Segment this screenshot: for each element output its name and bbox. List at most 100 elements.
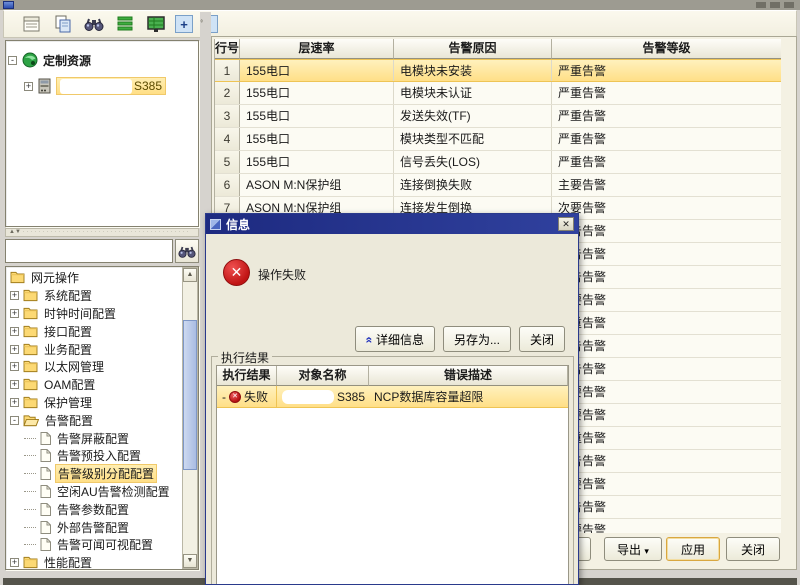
level-cell: 主要告警 xyxy=(552,174,781,196)
alarm-row[interactable]: 3155电口发送失效(TF)严重告警 xyxy=(215,105,781,128)
error-icon: ✕ xyxy=(223,259,250,286)
result-table-header: 执行结果 对象名称 错误描述 xyxy=(217,366,568,386)
find-tool-button[interactable] xyxy=(82,12,106,36)
tree-branch-line xyxy=(24,527,36,528)
col-header-result[interactable]: 执行结果 xyxy=(217,366,277,386)
expander-icon[interactable]: + xyxy=(10,398,19,407)
operation-tree: 网元操作+系统配置+时钟时间配置+接口配置+业务配置+以太网管理+OAM配置+保… xyxy=(6,269,181,569)
list-tool-button[interactable] xyxy=(113,12,137,36)
scroll-down-icon[interactable]: ▼ xyxy=(183,554,197,568)
col-header-error[interactable]: 错误描述 xyxy=(369,366,568,386)
row-number: 5 xyxy=(215,151,240,173)
operation-tree-scrollbar[interactable]: ▲ ▼ xyxy=(182,267,198,569)
rate-cell: 155电口 xyxy=(240,105,394,127)
tree-item[interactable]: +OAM配置 xyxy=(6,376,181,394)
folder-icon xyxy=(23,378,38,391)
folder-icon xyxy=(10,271,25,284)
alarm-row[interactable]: 1155电口电模块未安装严重告警 xyxy=(215,59,781,82)
tree-branch-line xyxy=(24,544,36,545)
tree-item[interactable]: + 系统配置 xyxy=(6,287,181,305)
toolbar: + - xyxy=(3,10,797,38)
scroll-up-icon[interactable]: ▲ xyxy=(183,268,197,282)
tree-splitter[interactable]: ▲▼ ·····································… xyxy=(5,228,199,237)
network-element-icon xyxy=(38,78,51,94)
selected-node[interactable]: S385 xyxy=(56,77,166,95)
tree-item[interactable]: +接口配置 xyxy=(6,322,181,340)
tree-item-label: 系统配置 xyxy=(42,287,94,304)
expander-icon[interactable]: + xyxy=(10,327,19,336)
search-input[interactable] xyxy=(5,239,173,263)
dialog-titlebar[interactable]: 信息 ✕ xyxy=(206,214,578,234)
tree-item[interactable]: + 以太网管理 xyxy=(6,358,181,376)
export-button[interactable]: 导出 ▾ xyxy=(604,537,662,561)
expander-icon[interactable]: + xyxy=(10,558,19,567)
close-button[interactable]: 关闭 xyxy=(726,537,780,561)
apply-button[interactable]: 应用 xyxy=(666,537,720,561)
execution-result-table: 执行结果 对象名称 错误描述 - ✕ 失败 S385 NCP数据库容量超限 xyxy=(216,365,569,584)
tree-item[interactable]: +保护管理 xyxy=(6,394,181,412)
details-button[interactable]: «详细信息 xyxy=(355,326,435,352)
alarm-row[interactable]: 2155电口电模块未认证严重告警 xyxy=(215,82,781,105)
tree-item[interactable]: + 业务配置 xyxy=(6,340,181,358)
dialog-close-icon[interactable]: ✕ xyxy=(558,217,574,231)
col-header-row-no[interactable]: 行号 xyxy=(215,39,240,59)
row-number: 1 xyxy=(215,60,240,81)
failure-icon: ✕ xyxy=(229,391,241,403)
binoculars-icon xyxy=(178,244,196,259)
dialog-icon xyxy=(210,219,221,230)
expander-icon[interactable]: + xyxy=(10,345,19,354)
col-header-reason[interactable]: 告警原因 xyxy=(394,39,552,59)
expander-icon[interactable]: + xyxy=(10,380,19,389)
tree-item[interactable]: 外部告警配置 xyxy=(6,518,181,536)
expander-icon[interactable]: + xyxy=(10,291,19,300)
alarm-row[interactable]: 6ASON M:N保护组连接倒换失败主要告警 xyxy=(215,174,781,197)
board-tool-button[interactable] xyxy=(20,12,44,36)
tree-item[interactable]: 告警预投入配置 xyxy=(6,447,181,465)
tree-item[interactable]: +性能配置 xyxy=(6,554,181,569)
tree-item-label: 告警预投入配置 xyxy=(55,447,143,464)
error-message: 操作失败 xyxy=(258,266,306,283)
resource-tree-node[interactable]: + S385 xyxy=(8,73,196,99)
window-controls[interactable] xyxy=(756,2,796,8)
tree-branch-line xyxy=(24,438,36,439)
dialog-close-button[interactable]: 关闭 xyxy=(519,326,565,352)
window-titlebar xyxy=(0,0,800,10)
tree-item-label: 业务配置 xyxy=(42,341,94,358)
search-button[interactable] xyxy=(175,239,199,263)
tree-item[interactable]: 网元操作 xyxy=(6,269,181,287)
col-header-object[interactable]: 对象名称 xyxy=(277,366,369,386)
tree-item[interactable]: 告警参数配置 xyxy=(6,500,181,518)
expander-icon[interactable]: + xyxy=(24,82,33,91)
tree-item[interactable]: 告警屏蔽配置 xyxy=(6,429,181,447)
tree-item[interactable]: 告警级别分配配置 xyxy=(6,465,181,483)
tree-item[interactable]: +时钟时间配置 xyxy=(6,305,181,323)
globe-icon xyxy=(22,52,38,68)
expander-icon[interactable]: - xyxy=(222,390,226,404)
alarm-row[interactable]: 4155电口模块类型不匹配严重告警 xyxy=(215,128,781,151)
result-row[interactable]: - ✕ 失败 S385 NCP数据库容量超限 xyxy=(217,386,568,408)
reason-cell: 电模块未安装 xyxy=(394,60,552,81)
error-description: NCP数据库容量超限 xyxy=(369,386,568,408)
tree-item[interactable]: 告警可闻可视配置 xyxy=(6,536,181,554)
expander-icon[interactable]: - xyxy=(8,56,17,65)
folder-icon xyxy=(23,289,38,302)
resource-tree-root[interactable]: - 定制资源 xyxy=(8,47,196,73)
expand-all-button[interactable]: + xyxy=(175,15,193,33)
tree-item[interactable]: 空闲AU告警检测配置 xyxy=(6,483,181,501)
tree-item[interactable]: -告警配置 xyxy=(6,411,181,429)
col-header-level[interactable]: 告警等级 xyxy=(552,39,781,59)
expander-icon[interactable]: + xyxy=(10,309,19,318)
tree-item-label: 以太网管理 xyxy=(42,358,106,375)
expander-icon[interactable]: - xyxy=(10,416,19,425)
info-dialog: 信息 ✕ ✕ 操作失败 «详细信息 另存为... 关闭 执行结果 执行结果 对象… xyxy=(205,213,579,585)
tree-branch-line xyxy=(24,455,36,456)
col-header-rate[interactable]: 层速率 xyxy=(240,39,394,59)
tree-item-label: 告警可闻可视配置 xyxy=(55,536,155,553)
expander-icon[interactable]: + xyxy=(10,362,19,371)
alarm-row[interactable]: 5155电口信号丢失(LOS)严重告警 xyxy=(215,151,781,174)
save-as-button[interactable]: 另存为... xyxy=(443,326,511,352)
copy-tool-button[interactable] xyxy=(51,12,75,36)
document-icon xyxy=(40,485,51,498)
scrollbar-thumb[interactable] xyxy=(183,320,197,470)
table-tool-button[interactable] xyxy=(144,12,168,36)
